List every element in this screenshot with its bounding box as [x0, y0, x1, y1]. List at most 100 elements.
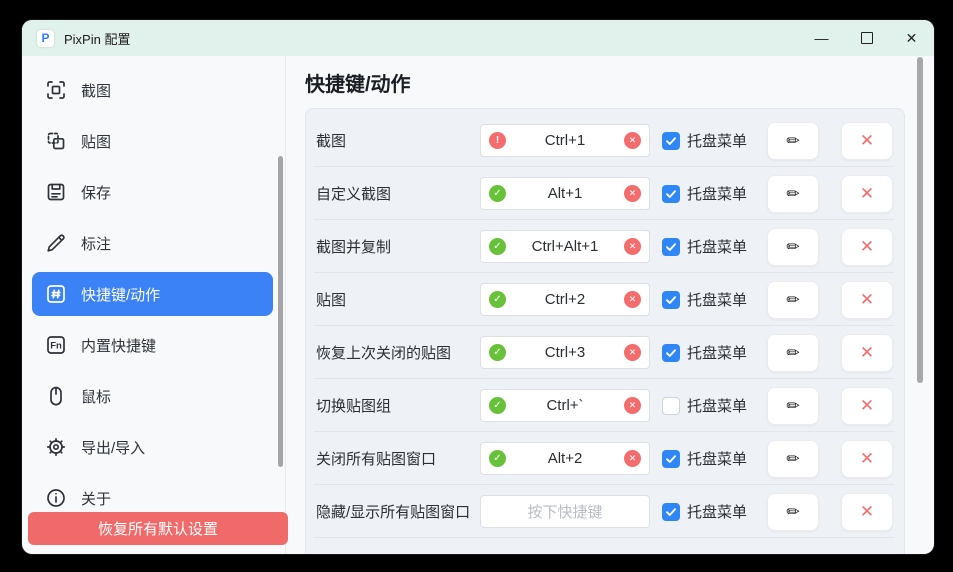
hotkey-value: Ctrl+1: [545, 132, 585, 149]
tray-menu-checkbox[interactable]: [662, 450, 680, 468]
tray-menu-checkbox[interactable]: [662, 503, 680, 521]
checkmark-icon: [665, 294, 677, 306]
pencil-icon: ✏: [786, 290, 799, 310]
content-area: 截图 贴图 保存 标注 快捷键/动作 Fn 内置快捷键 鼠标 导出/导入 关于 …: [22, 56, 934, 554]
hotkey-input[interactable]: ✓ Alt+1 ✕: [480, 177, 650, 210]
clear-hotkey-icon[interactable]: ✕: [624, 450, 641, 467]
tray-menu-option: 托盘菜单: [662, 395, 747, 416]
sidebar-items: 截图 贴图 保存 标注 快捷键/动作 Fn 内置快捷键 鼠标 导出/导入 关于: [22, 68, 286, 520]
delete-hotkey-button[interactable]: ✕: [841, 228, 893, 266]
close-button[interactable]: ✕: [889, 20, 934, 56]
delete-hotkey-button[interactable]: ✕: [841, 493, 893, 531]
sidebar-item-label: 关于: [81, 488, 111, 509]
pencil-icon: ✏: [786, 449, 799, 469]
edit-hotkey-button[interactable]: ✏: [767, 281, 819, 319]
sidebar-item-annotate[interactable]: 标注: [32, 221, 273, 265]
clear-hotkey-icon[interactable]: ✕: [624, 238, 641, 255]
sidebar-item-label: 鼠标: [81, 386, 111, 407]
tray-menu-checkbox[interactable]: [662, 185, 680, 203]
clear-hotkey-icon[interactable]: ✕: [624, 397, 641, 414]
minimize-icon: —: [815, 31, 829, 45]
builtin-hotkey-icon: Fn: [44, 333, 68, 357]
tray-menu-option: 托盘菜单: [662, 130, 747, 151]
hotkey-input[interactable]: ! Ctrl+1 ✕: [480, 124, 650, 157]
sidebar-item-screenshot[interactable]: 截图: [32, 68, 273, 112]
reset-defaults-button[interactable]: 恢复所有默认设置: [28, 512, 288, 545]
maximize-button[interactable]: [844, 20, 889, 56]
delete-x-icon: ✕: [860, 396, 874, 416]
app-logo-icon: P: [37, 30, 54, 47]
sidebar-item-mouse[interactable]: 鼠标: [32, 374, 273, 418]
delete-x-icon: ✕: [860, 237, 874, 257]
edit-hotkey-button[interactable]: ✏: [767, 387, 819, 425]
window-title: PixPin 配置: [64, 29, 130, 48]
pencil-icon: ✏: [786, 396, 799, 416]
clear-hotkey-icon[interactable]: ✕: [624, 185, 641, 202]
edit-hotkey-button[interactable]: ✏: [767, 493, 819, 531]
window-controls: — ✕: [799, 20, 934, 56]
clear-hotkey-icon[interactable]: ✕: [624, 132, 641, 149]
sidebar-item-hotkeys[interactable]: 快捷键/动作: [32, 272, 273, 316]
pencil-icon: ✏: [786, 184, 799, 204]
delete-hotkey-button[interactable]: ✕: [841, 281, 893, 319]
hotkey-input[interactable]: ✓ Ctrl+Alt+1 ✕: [480, 230, 650, 263]
titlebar: P PixPin 配置 — ✕: [22, 20, 934, 56]
hotkey-status-icon: ✓: [489, 291, 506, 308]
clear-hotkey-icon[interactable]: ✕: [624, 344, 641, 361]
tray-menu-label: 托盘菜单: [687, 289, 747, 310]
hotkey-icon: [44, 282, 68, 306]
tray-menu-option: 托盘菜单: [662, 289, 747, 310]
hotkey-status-icon: !: [489, 132, 506, 149]
tray-menu-checkbox[interactable]: [662, 344, 680, 362]
tray-menu-checkbox[interactable]: [662, 238, 680, 256]
hotkey-row: 隐藏/显示所有贴图窗口 按下快捷键 ✕ 托盘菜单 ✏ ✕: [306, 485, 904, 538]
tray-menu-option: 托盘菜单: [662, 183, 747, 204]
sidebar-item-save[interactable]: 保存: [32, 170, 273, 214]
hotkey-input[interactable]: ✓ Ctrl+2 ✕: [480, 283, 650, 316]
delete-x-icon: ✕: [860, 131, 874, 151]
hotkey-status-icon: ✓: [489, 344, 506, 361]
sidebar-item-label: 贴图: [81, 131, 111, 152]
hotkey-row: 截图并复制 ✓ Ctrl+Alt+1 ✕ 托盘菜单 ✏ ✕: [306, 220, 904, 273]
sidebar-item-builtin-hotkeys[interactable]: Fn 内置快捷键: [32, 323, 273, 367]
hotkey-input[interactable]: ✓ Alt+2 ✕: [480, 442, 650, 475]
sidebar-item-export-import[interactable]: 导出/导入: [32, 425, 273, 469]
hotkey-row: 切换贴图组 ✓ Ctrl+` ✕ 托盘菜单 ✏ ✕: [306, 379, 904, 432]
hotkey-input[interactable]: ✓ Ctrl+3 ✕: [480, 336, 650, 369]
hotkey-status-icon: ✓: [489, 185, 506, 202]
delete-hotkey-button[interactable]: ✕: [841, 175, 893, 213]
hotkey-input[interactable]: 按下快捷键 ✕: [480, 495, 650, 528]
delete-hotkey-button[interactable]: ✕: [841, 122, 893, 160]
clear-hotkey-icon[interactable]: ✕: [624, 291, 641, 308]
hotkey-value: 按下快捷键: [527, 501, 602, 522]
hotkey-row-label: 恢复上次关闭的贴图: [316, 342, 480, 363]
edit-hotkey-button[interactable]: ✏: [767, 175, 819, 213]
minimize-button[interactable]: —: [799, 20, 844, 56]
main-scrollbar[interactable]: [917, 57, 923, 383]
svg-text:Fn: Fn: [50, 341, 62, 352]
delete-x-icon: ✕: [860, 449, 874, 469]
edit-hotkey-button[interactable]: ✏: [767, 334, 819, 372]
delete-x-icon: ✕: [860, 184, 874, 204]
edit-hotkey-button[interactable]: ✏: [767, 440, 819, 478]
edit-hotkey-button[interactable]: ✏: [767, 228, 819, 266]
tray-menu-label: 托盘菜单: [687, 448, 747, 469]
tray-menu-checkbox[interactable]: [662, 397, 680, 415]
checkmark-icon: [665, 347, 677, 359]
pin-image-icon: [44, 129, 68, 153]
tray-menu-checkbox[interactable]: [662, 132, 680, 150]
sidebar-scrollbar[interactable]: [278, 156, 283, 467]
hotkey-row-label: 截图: [316, 130, 480, 151]
delete-hotkey-button[interactable]: ✕: [841, 387, 893, 425]
delete-hotkey-button[interactable]: ✕: [841, 440, 893, 478]
sidebar: 截图 贴图 保存 标注 快捷键/动作 Fn 内置快捷键 鼠标 导出/导入 关于 …: [22, 56, 286, 554]
hotkey-input[interactable]: ✓ Ctrl+` ✕: [480, 389, 650, 422]
tray-menu-label: 托盘菜单: [687, 236, 747, 257]
tray-menu-checkbox[interactable]: [662, 291, 680, 309]
edit-hotkey-button[interactable]: ✏: [767, 122, 819, 160]
screenshot-icon: [44, 78, 68, 102]
delete-x-icon: ✕: [860, 290, 874, 310]
sidebar-item-pin-image[interactable]: 贴图: [32, 119, 273, 163]
main-panel: 快捷键/动作 截图 ! Ctrl+1 ✕ 托盘菜单 ✏ ✕ 自定义截图: [286, 56, 934, 554]
delete-hotkey-button[interactable]: ✕: [841, 334, 893, 372]
